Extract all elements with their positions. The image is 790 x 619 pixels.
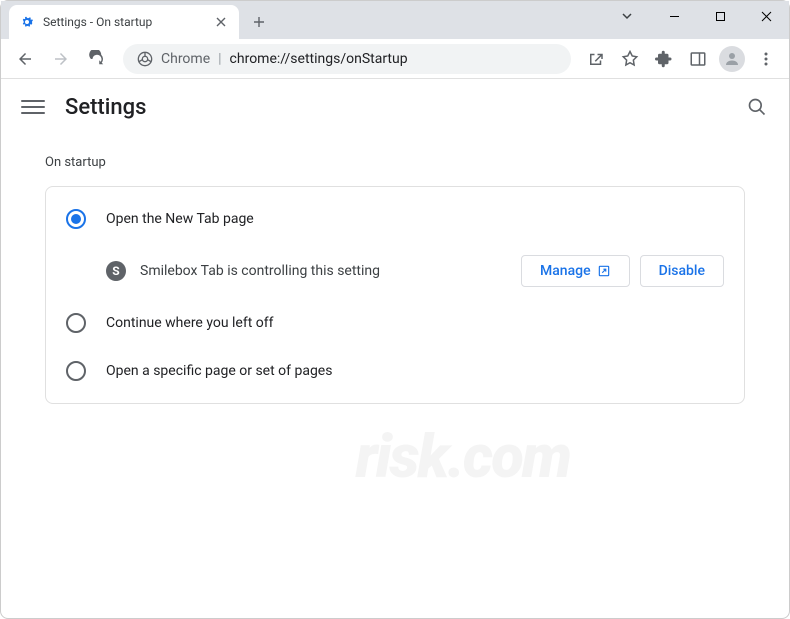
extension-notice-text: Smilebox Tab is controlling this setting [140, 263, 507, 279]
address-bar[interactable]: Chrome | chrome://settings/onStartup [123, 44, 571, 74]
search-icon[interactable] [745, 95, 769, 119]
window-controls [651, 1, 789, 31]
option-label: Continue where you left off [106, 315, 274, 331]
side-panel-icon[interactable] [683, 44, 713, 74]
settings-header: Settings [1, 79, 789, 135]
option-specific-pages[interactable]: Open a specific page or set of pages [46, 347, 744, 395]
reload-button[interactable] [81, 43, 113, 75]
disable-label: Disable [659, 263, 705, 279]
omnibox-scheme: Chrome [161, 51, 210, 67]
radio-button[interactable] [66, 209, 86, 229]
manage-button[interactable]: Manage [521, 255, 630, 287]
manage-label: Manage [540, 263, 591, 279]
browser-tab[interactable]: Settings - On startup [9, 5, 239, 39]
new-tab-button[interactable] [245, 8, 273, 36]
gear-icon [19, 14, 35, 30]
extension-notice-row: S Smilebox Tab is controlling this setti… [46, 243, 744, 299]
omnibox-separator: | [218, 51, 221, 67]
startup-card: Open the New Tab page S Smilebox Tab is … [45, 186, 745, 404]
close-window-button[interactable] [743, 1, 789, 31]
omnibox-url: chrome://settings/onStartup [230, 51, 408, 67]
bookmark-icon[interactable] [615, 44, 645, 74]
page-title: Settings [65, 95, 146, 120]
browser-toolbar: Chrome | chrome://settings/onStartup [1, 39, 789, 79]
chrome-icon [137, 51, 153, 67]
watermark-sub: risk.com [356, 421, 570, 492]
radio-button[interactable] [66, 313, 86, 333]
extension-icon: S [106, 261, 126, 281]
hamburger-menu-icon[interactable] [21, 95, 45, 119]
close-icon[interactable] [213, 14, 229, 30]
disable-button[interactable]: Disable [640, 255, 724, 287]
profile-avatar[interactable] [717, 44, 747, 74]
content-area: On startup Open the New Tab page S Smile… [1, 135, 789, 424]
external-link-icon [597, 264, 611, 278]
option-new-tab[interactable]: Open the New Tab page [46, 195, 744, 243]
browser-titlebar: Settings - On startup [1, 1, 789, 39]
tab-title: Settings - On startup [43, 15, 205, 29]
back-button[interactable] [9, 43, 41, 75]
option-label: Open a specific page or set of pages [106, 363, 332, 379]
chevron-down-icon[interactable] [620, 9, 634, 23]
option-continue[interactable]: Continue where you left off [46, 299, 744, 347]
extensions-icon[interactable] [649, 44, 679, 74]
minimize-button[interactable] [651, 1, 697, 31]
section-title: On startup [45, 155, 745, 170]
radio-button[interactable] [66, 361, 86, 381]
menu-icon[interactable] [751, 44, 781, 74]
option-label: Open the New Tab page [106, 211, 254, 227]
forward-button[interactable] [45, 43, 77, 75]
share-icon[interactable] [581, 44, 611, 74]
maximize-button[interactable] [697, 1, 743, 31]
